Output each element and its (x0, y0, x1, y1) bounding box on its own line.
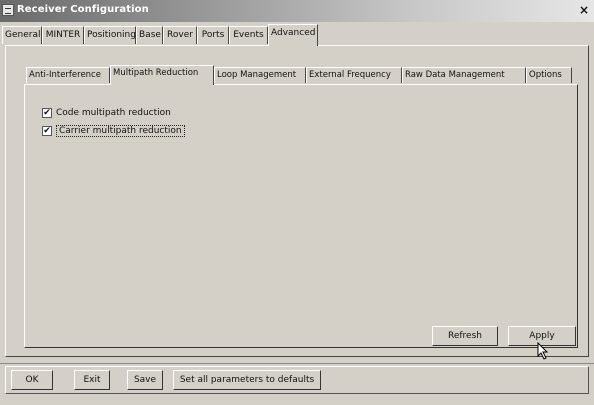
tab-raw-data-management[interactable]: Raw Data Management (402, 67, 526, 83)
tab-base[interactable]: Base (136, 26, 163, 44)
tab-advanced[interactable]: Advanced (268, 24, 318, 46)
exit-button[interactable]: Exit (74, 370, 110, 390)
code-multipath-label: Code multipath reduction (56, 108, 171, 118)
save-button[interactable]: Save (127, 370, 163, 390)
set-defaults-button[interactable]: Set all parameters to defaults (173, 370, 321, 390)
tab-multipath-reduction[interactable]: Multipath Reduction (110, 65, 214, 85)
code-multipath-row: ✔ Code multipath reduction (42, 107, 171, 121)
receiver-configuration-window: Receiver Configuration × General MINTER … (0, 0, 594, 405)
tab-minter[interactable]: MINTER (42, 26, 84, 44)
ok-button[interactable]: OK (11, 370, 53, 390)
tab-options[interactable]: Options (526, 67, 572, 83)
mouse-cursor-icon (537, 342, 549, 360)
carrier-multipath-label: Carrier multipath reduction (56, 125, 185, 137)
tab-events[interactable]: Events (229, 26, 268, 44)
close-icon[interactable]: × (577, 3, 591, 17)
window-title: Receiver Configuration (17, 4, 149, 15)
tab-loop-management[interactable]: Loop Management (214, 67, 306, 83)
title-bar[interactable]: Receiver Configuration × (0, 0, 594, 22)
tab-anti-interference[interactable]: Anti-Interference (26, 67, 110, 83)
carrier-multipath-row: ✔ Carrier multipath reduction (42, 125, 185, 139)
multipath-reduction-panel (24, 84, 578, 348)
tab-rover[interactable]: Rover (163, 26, 197, 44)
refresh-button[interactable]: Refresh (432, 326, 498, 346)
carrier-multipath-checkbox[interactable]: ✔ (42, 125, 52, 136)
app-icon (2, 4, 14, 16)
tab-external-frequency[interactable]: External Frequency (306, 67, 402, 83)
tab-positioning[interactable]: Positioning (84, 26, 136, 44)
tab-general[interactable]: General (2, 26, 42, 44)
code-multipath-checkbox[interactable]: ✔ (42, 107, 52, 118)
tab-ports[interactable]: Ports (197, 26, 229, 44)
